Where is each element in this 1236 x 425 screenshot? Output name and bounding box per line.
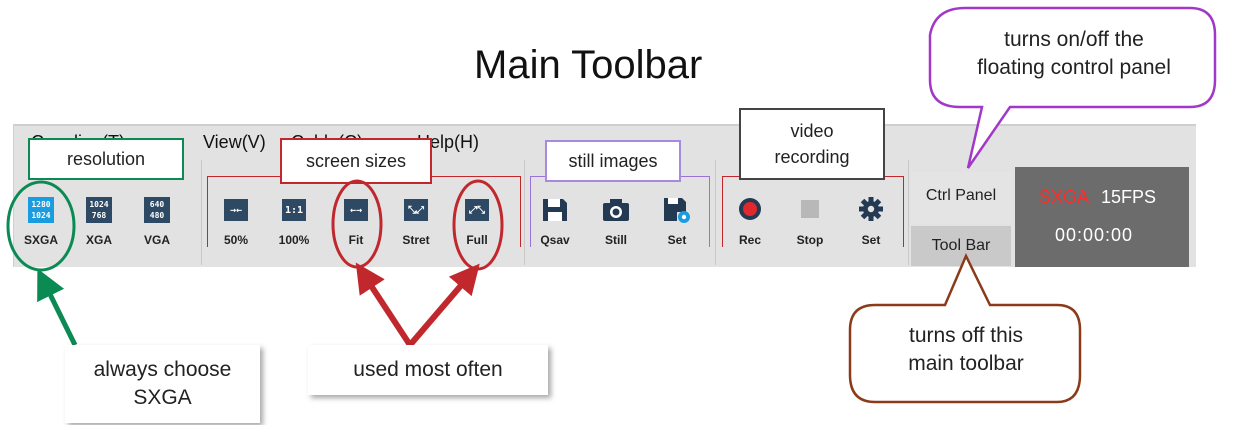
always-choose-note: always choose SXGA — [65, 345, 260, 423]
tool-bar-bubble-text: turns off this main toolbar — [908, 324, 1024, 375]
sxga-highlight-ellipse — [6, 180, 76, 272]
fit-highlight-ellipse — [331, 179, 383, 269]
used-most-often-note: used most often — [308, 345, 548, 395]
ctrl-panel-bubble-text: turns on/off the floating control panel — [977, 28, 1171, 79]
full-highlight-ellipse — [452, 179, 504, 271]
fit-arrow — [355, 262, 413, 347]
full-arrow — [407, 263, 480, 347]
sxga-arrow — [37, 268, 78, 347]
